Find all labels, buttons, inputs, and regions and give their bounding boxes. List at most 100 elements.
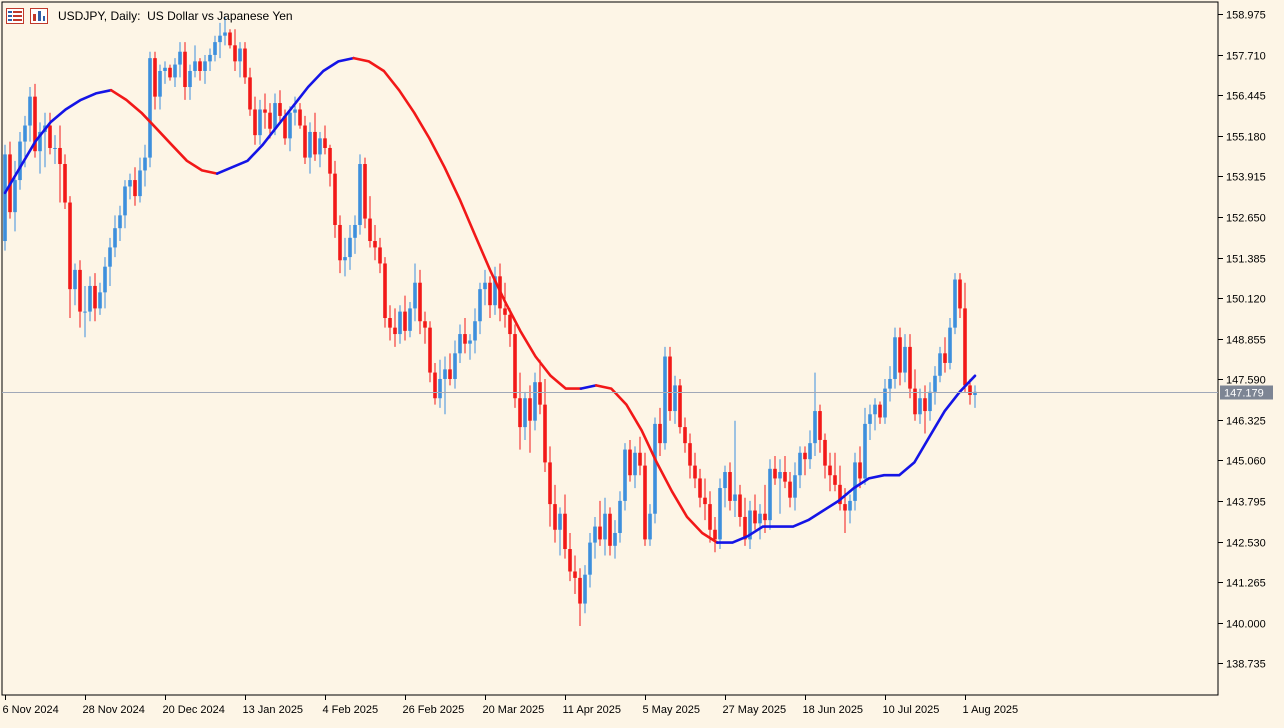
candle-body xyxy=(343,257,347,261)
candle-body xyxy=(458,334,462,354)
x-tick-label: 11 Apr 2025 xyxy=(563,704,622,716)
candle-body xyxy=(678,385,682,428)
bull-candle[interactable] xyxy=(3,144,7,251)
candle-body xyxy=(273,103,277,129)
list-icon[interactable] xyxy=(6,8,24,24)
x-tick-label: 6 Nov 2024 xyxy=(3,704,59,716)
candle-body xyxy=(398,311,402,335)
candle-body xyxy=(868,414,872,424)
candle-body xyxy=(833,475,837,485)
candle-body xyxy=(233,45,237,62)
bear-candle[interactable] xyxy=(363,157,367,229)
candle-body xyxy=(98,292,102,309)
price-chart[interactable]: 158.975 157.710 156.445 155.180 153.915 152.6… xyxy=(0,0,1284,723)
candle-body xyxy=(553,504,557,530)
candle-body xyxy=(843,504,847,511)
candle-body xyxy=(713,529,717,540)
candle-body xyxy=(163,67,167,71)
x-tick-label: 10 Jul 2025 xyxy=(883,704,940,716)
candle-body xyxy=(808,443,812,460)
candle-body xyxy=(113,228,117,248)
candle-body xyxy=(28,96,32,126)
chart-container[interactable]: 158.975 157.710 156.445 155.180 153.915 152.6… xyxy=(0,0,1284,723)
x-tick-label: 1 Aug 2025 xyxy=(963,704,1019,716)
candle-body xyxy=(448,369,452,379)
candle-body xyxy=(578,577,582,604)
candle-body xyxy=(683,427,687,444)
candle-body xyxy=(938,353,942,376)
bull-candle[interactable] xyxy=(358,154,362,235)
x-tick-label: 26 Feb 2025 xyxy=(403,704,465,716)
candle-body xyxy=(668,356,672,412)
candle-body xyxy=(818,411,822,440)
candle-body xyxy=(623,449,627,501)
candle-body xyxy=(128,180,132,187)
x-tick-label: 13 Jan 2025 xyxy=(243,704,304,716)
bull-candle[interactable] xyxy=(653,417,657,524)
candle-body xyxy=(723,472,727,489)
candle-body xyxy=(178,51,182,65)
candle-body xyxy=(528,398,532,421)
bull-candle[interactable] xyxy=(663,346,667,450)
candle-body xyxy=(413,282,417,309)
candle-body xyxy=(958,279,962,309)
bear-candle[interactable] xyxy=(513,324,517,408)
candle-body xyxy=(828,465,832,476)
candle-body xyxy=(308,131,312,158)
candle-body xyxy=(878,404,882,418)
candle-body xyxy=(358,164,362,225)
candle-body xyxy=(148,58,152,158)
candle-body xyxy=(198,61,202,71)
chart-window-icon[interactable] xyxy=(30,8,48,24)
candle-body xyxy=(228,32,232,46)
candle-body xyxy=(648,513,652,540)
candle-body xyxy=(23,125,27,142)
bull-candle[interactable] xyxy=(623,443,627,511)
bull-candle[interactable] xyxy=(718,478,722,550)
candle-body xyxy=(583,574,587,604)
candle-body xyxy=(323,138,327,148)
candle-body xyxy=(518,398,522,428)
candle-body xyxy=(243,48,247,78)
bear-candle[interactable] xyxy=(668,346,672,421)
y-tick-label: 157.710 xyxy=(1226,51,1266,63)
candle-body xyxy=(193,61,197,71)
candle-body xyxy=(698,478,702,498)
candle-body xyxy=(83,311,87,313)
y-tick-label: 146.325 xyxy=(1226,416,1266,428)
bear-candle[interactable] xyxy=(678,378,682,434)
candle-body xyxy=(538,382,542,405)
bull-candle[interactable] xyxy=(953,273,957,335)
bear-candle[interactable] xyxy=(383,257,387,328)
candle-body xyxy=(653,423,657,514)
candle-body xyxy=(478,289,482,322)
y-tick-label: 153.915 xyxy=(1226,172,1266,184)
candle-body xyxy=(943,353,947,363)
candle-body xyxy=(213,42,217,55)
candle-body xyxy=(58,147,62,165)
bear-candle[interactable] xyxy=(643,452,647,546)
bull-candle[interactable] xyxy=(768,459,772,530)
candle-body xyxy=(453,353,457,379)
candle-body xyxy=(463,334,467,344)
candle-body xyxy=(758,513,762,524)
candle-body xyxy=(658,423,662,444)
candle-body xyxy=(788,481,792,498)
candle-body xyxy=(603,513,607,540)
candle-body xyxy=(948,327,952,363)
candle-body xyxy=(78,269,82,312)
x-tick-label: 18 Jun 2025 xyxy=(803,704,864,716)
candle-body xyxy=(903,346,907,373)
x-tick-label: 5 May 2025 xyxy=(643,704,700,716)
candle-body xyxy=(588,542,592,575)
candle-body xyxy=(613,532,617,546)
chart-background xyxy=(0,0,1284,723)
candle-body xyxy=(263,109,267,113)
x-tick-label: 28 Nov 2024 xyxy=(83,704,145,716)
candle-body xyxy=(158,70,162,97)
candle-body xyxy=(928,391,932,412)
candle-body xyxy=(863,423,867,479)
candle-body xyxy=(333,173,337,225)
candle-body xyxy=(798,452,802,476)
bull-candle[interactable] xyxy=(148,51,152,168)
